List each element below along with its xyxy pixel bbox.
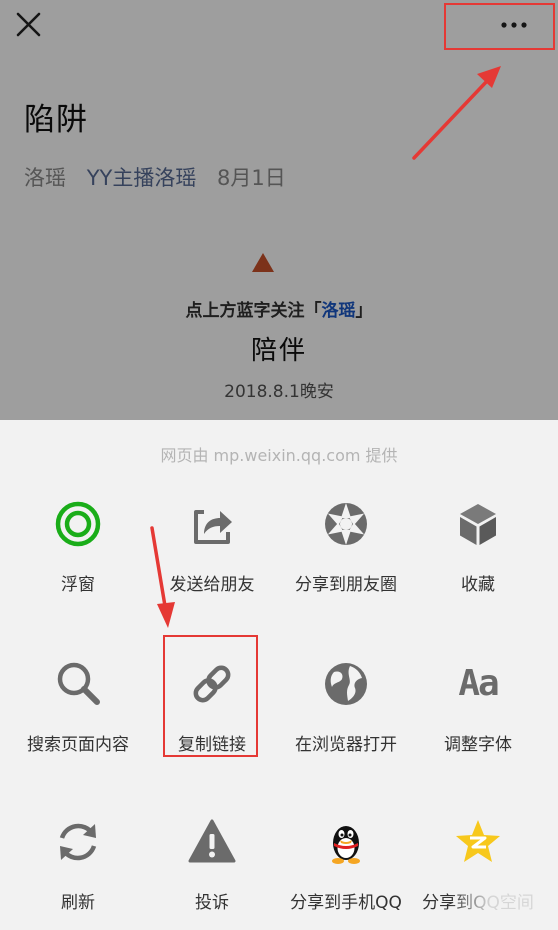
article-title: 陷阱: [24, 102, 88, 138]
close-button[interactable]: [14, 10, 44, 40]
sheet-item-label: 浮窗: [61, 575, 95, 595]
sheet-item-label: 刷新: [61, 893, 95, 913]
sheet-item-adjust-font[interactable]: Aa 调整字体: [412, 658, 544, 798]
article-page: 陷阱 洛瑶 YY主播洛瑶 8月1日 点上方蓝字关注「洛瑶」 陪伴 2018.8.…: [0, 0, 558, 420]
sheet-item-label: 在浏览器打开: [295, 735, 397, 755]
sheet-item-favorite[interactable]: 收藏: [412, 498, 544, 638]
article-author: 洛瑶: [24, 166, 66, 190]
sheet-item-label: 收藏: [461, 575, 495, 595]
warning-icon: [188, 819, 236, 863]
refresh-icon: [59, 823, 97, 861]
follow-prompt: 点上方蓝字关注「洛瑶」: [0, 296, 558, 321]
sheet-item-send-to-friend[interactable]: 发送给朋友: [146, 498, 278, 638]
floating-window-icon: [55, 501, 101, 547]
sheet-item-open-in-browser[interactable]: 在浏览器打开: [280, 658, 412, 798]
article-subtitle: 陪伴: [250, 336, 307, 366]
globe-icon: [325, 663, 367, 705]
official-account-link[interactable]: YY主播洛瑶: [87, 166, 197, 190]
sheet-item-floating-window[interactable]: 浮窗: [12, 498, 144, 638]
moments-icon: [325, 503, 367, 545]
highlight-box-more: [444, 3, 555, 50]
sheet-item-search-page[interactable]: 搜索页面内容: [12, 658, 144, 798]
share-sheet: 网页由 mp.weixin.qq.com 提供 浮窗 发送给朋友 分享到朋友圈 …: [0, 420, 558, 930]
sheet-item-label: 分享到朋友圈: [295, 575, 397, 595]
up-triangle-icon: [252, 253, 274, 272]
follow-name-link[interactable]: 洛瑶: [322, 301, 356, 321]
watermark-fade: [450, 884, 550, 914]
follow-prefix: 点上方蓝字关注「: [185, 301, 322, 321]
highlight-box-copy-link: [163, 635, 258, 757]
sheet-item-moments[interactable]: 分享到朋友圈: [280, 498, 412, 638]
qzone-icon: [456, 820, 500, 862]
follow-suffix: 」: [355, 301, 373, 321]
sheet-item-label: 分享到手机QQ: [290, 893, 402, 913]
font-icon: Aa: [458, 663, 499, 704]
sheet-item-share-qq[interactable]: 分享到手机QQ: [280, 816, 412, 930]
sheet-item-label: 调整字体: [444, 735, 512, 755]
sheet-item-report[interactable]: 投诉: [146, 816, 278, 930]
favorite-cube-icon: [460, 504, 496, 545]
sheet-item-label: 搜索页面内容: [27, 735, 129, 755]
sheet-item-label: 投诉: [195, 893, 229, 913]
close-icon: [16, 12, 41, 37]
sheet-item-label: 发送给朋友: [169, 575, 255, 595]
article-date-line: 2018.8.1晚安: [224, 382, 334, 402]
search-icon: [57, 662, 100, 705]
qq-icon: [332, 826, 360, 864]
provider-note: 网页由 mp.weixin.qq.com 提供: [160, 446, 398, 465]
article-date: 8月1日: [217, 166, 286, 190]
send-to-friend-icon: [194, 510, 232, 544]
sheet-item-refresh[interactable]: 刷新: [12, 816, 144, 930]
article-meta: 洛瑶 YY主播洛瑶 8月1日: [24, 162, 286, 192]
